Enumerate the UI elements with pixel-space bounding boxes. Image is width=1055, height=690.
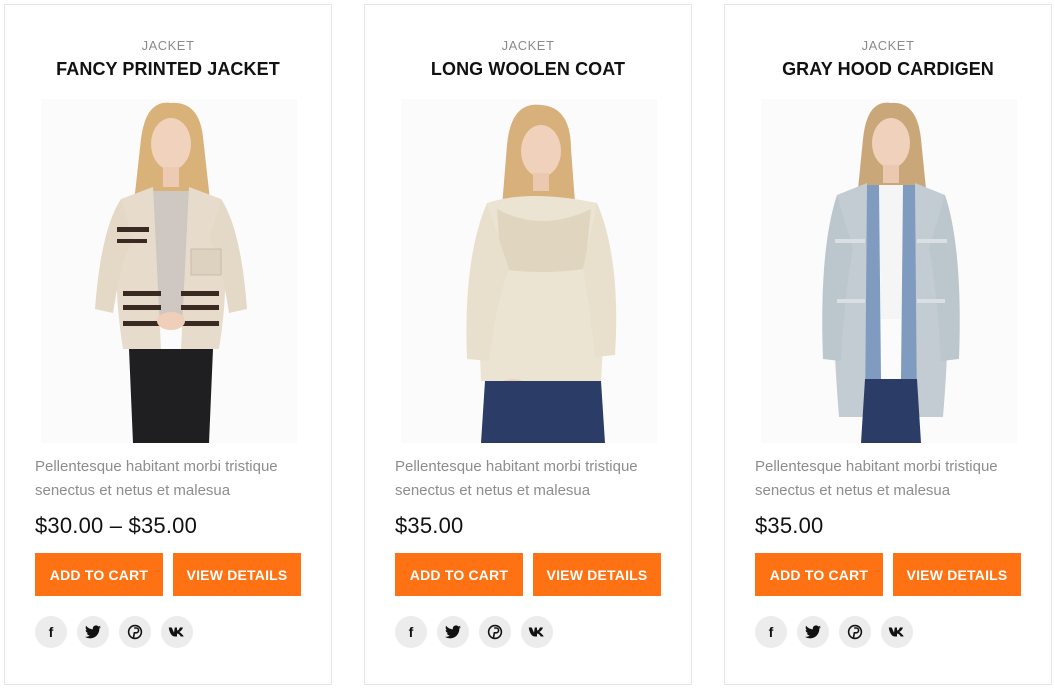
product-description: Pellentesque habitant morbi tristique se… <box>755 458 998 499</box>
facebook-icon[interactable]: f <box>35 616 67 648</box>
vk-icon[interactable] <box>521 616 553 648</box>
product-image[interactable] <box>761 99 1017 443</box>
product-category: JACKET <box>141 38 195 53</box>
product-title[interactable]: FANCY PRINTED JACKET <box>5 59 331 80</box>
social-share: f <box>35 616 193 648</box>
vk-icon[interactable] <box>881 616 913 648</box>
facebook-icon[interactable]: f <box>755 616 787 648</box>
pinterest-icon[interactable] <box>119 616 151 648</box>
add-to-cart-button[interactable]: ADD TO CART <box>395 553 523 596</box>
product-category: JACKET <box>861 38 915 53</box>
view-details-button[interactable]: VIEW DETAILS <box>173 553 301 596</box>
product-price: $30.00 – $35.00 <box>35 513 198 538</box>
product-category: JACKET <box>501 38 555 53</box>
add-to-cart-button[interactable]: ADD TO CART <box>35 553 163 596</box>
twitter-icon[interactable] <box>797 616 829 648</box>
pinterest-icon[interactable] <box>479 616 511 648</box>
product-title[interactable]: LONG WOOLEN COAT <box>365 59 691 80</box>
view-details-button[interactable]: VIEW DETAILS <box>533 553 661 596</box>
product-price: $35.00 <box>395 513 464 538</box>
vk-icon[interactable] <box>161 616 193 648</box>
product-title[interactable]: GRAY HOOD CARDIGEN <box>725 59 1051 80</box>
product-description: Pellentesque habitant morbi tristique se… <box>395 458 638 499</box>
product-price: $35.00 <box>755 513 824 538</box>
pinterest-icon[interactable] <box>839 616 871 648</box>
social-share: f <box>755 616 913 648</box>
view-details-button[interactable]: VIEW DETAILS <box>893 553 1021 596</box>
facebook-icon[interactable]: f <box>395 616 427 648</box>
product-image[interactable] <box>41 99 297 443</box>
product-card: JACKET FANCY PRINTED JACKET Pellentesque… <box>4 4 332 685</box>
product-card: JACKET LONG WOOLEN COAT Pellentesque hab… <box>364 4 692 685</box>
product-description: Pellentesque habitant morbi tristique se… <box>35 458 278 499</box>
product-image[interactable] <box>401 99 657 443</box>
twitter-icon[interactable] <box>77 616 109 648</box>
product-card: JACKET GRAY HOOD CARDIGEN Pellentesque h… <box>724 4 1052 685</box>
twitter-icon[interactable] <box>437 616 469 648</box>
add-to-cart-button[interactable]: ADD TO CART <box>755 553 883 596</box>
social-share: f <box>395 616 553 648</box>
